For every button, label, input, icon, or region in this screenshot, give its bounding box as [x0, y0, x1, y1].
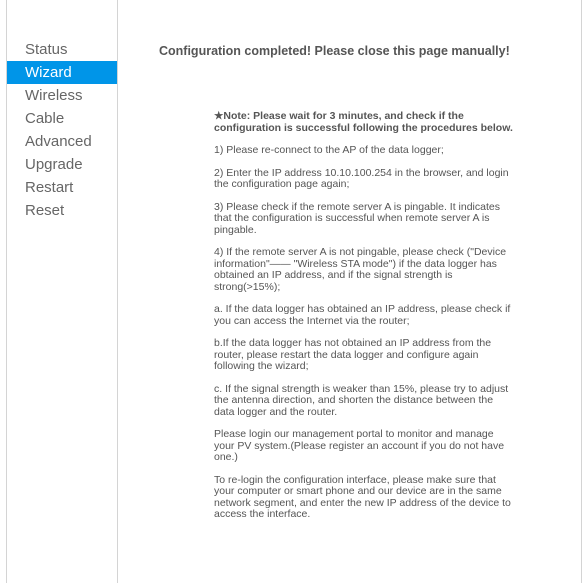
step-2: 2) Enter the IP address 10.10.100.254 in… [214, 166, 509, 190]
step-4: 4) If the remote server A is not pingabl… [214, 246, 507, 293]
sidebar-item-restart[interactable]: Restart [7, 176, 117, 199]
sidebar-item-cable[interactable]: Cable [7, 107, 117, 130]
step-3: 3) Please check if the remote server A i… [214, 200, 500, 236]
sidebar-item-wizard[interactable]: Wizard [7, 61, 117, 84]
sidebar: Status Wizard Wireless Cable Advanced Up… [7, 0, 118, 583]
step-4a: a. If the data logger has obtained an IP… [214, 303, 511, 327]
sidebar-item-status[interactable]: Status [7, 38, 117, 61]
relogin-info: To re-login the configuration interface,… [214, 473, 511, 520]
main-panel: Configuration completed! Please close th… [117, 0, 581, 583]
sidebar-item-wireless[interactable]: Wireless [7, 84, 117, 107]
portal-info: Please login our management portal to mo… [214, 428, 505, 463]
sidebar-item-advanced[interactable]: Advanced [7, 130, 117, 153]
sidebar-item-upgrade[interactable]: Upgrade [7, 153, 117, 176]
step-4c: c. If the signal strength is weaker than… [214, 382, 509, 418]
page-title: Configuration completed! Please close th… [159, 44, 510, 58]
sidebar-item-reset[interactable]: Reset [7, 199, 117, 222]
step-1: 1) Please re-connect to the AP of the da… [214, 144, 444, 156]
instructions: ★Note: Please wait for 3 minutes, and ch… [214, 110, 516, 532]
step-4b: b.If the data logger has not obtained an… [214, 337, 492, 372]
sidebar-nav: Status Wizard Wireless Cable Advanced Up… [7, 38, 117, 222]
note-text: ★Note: Please wait for 3 minutes, and ch… [214, 110, 513, 134]
